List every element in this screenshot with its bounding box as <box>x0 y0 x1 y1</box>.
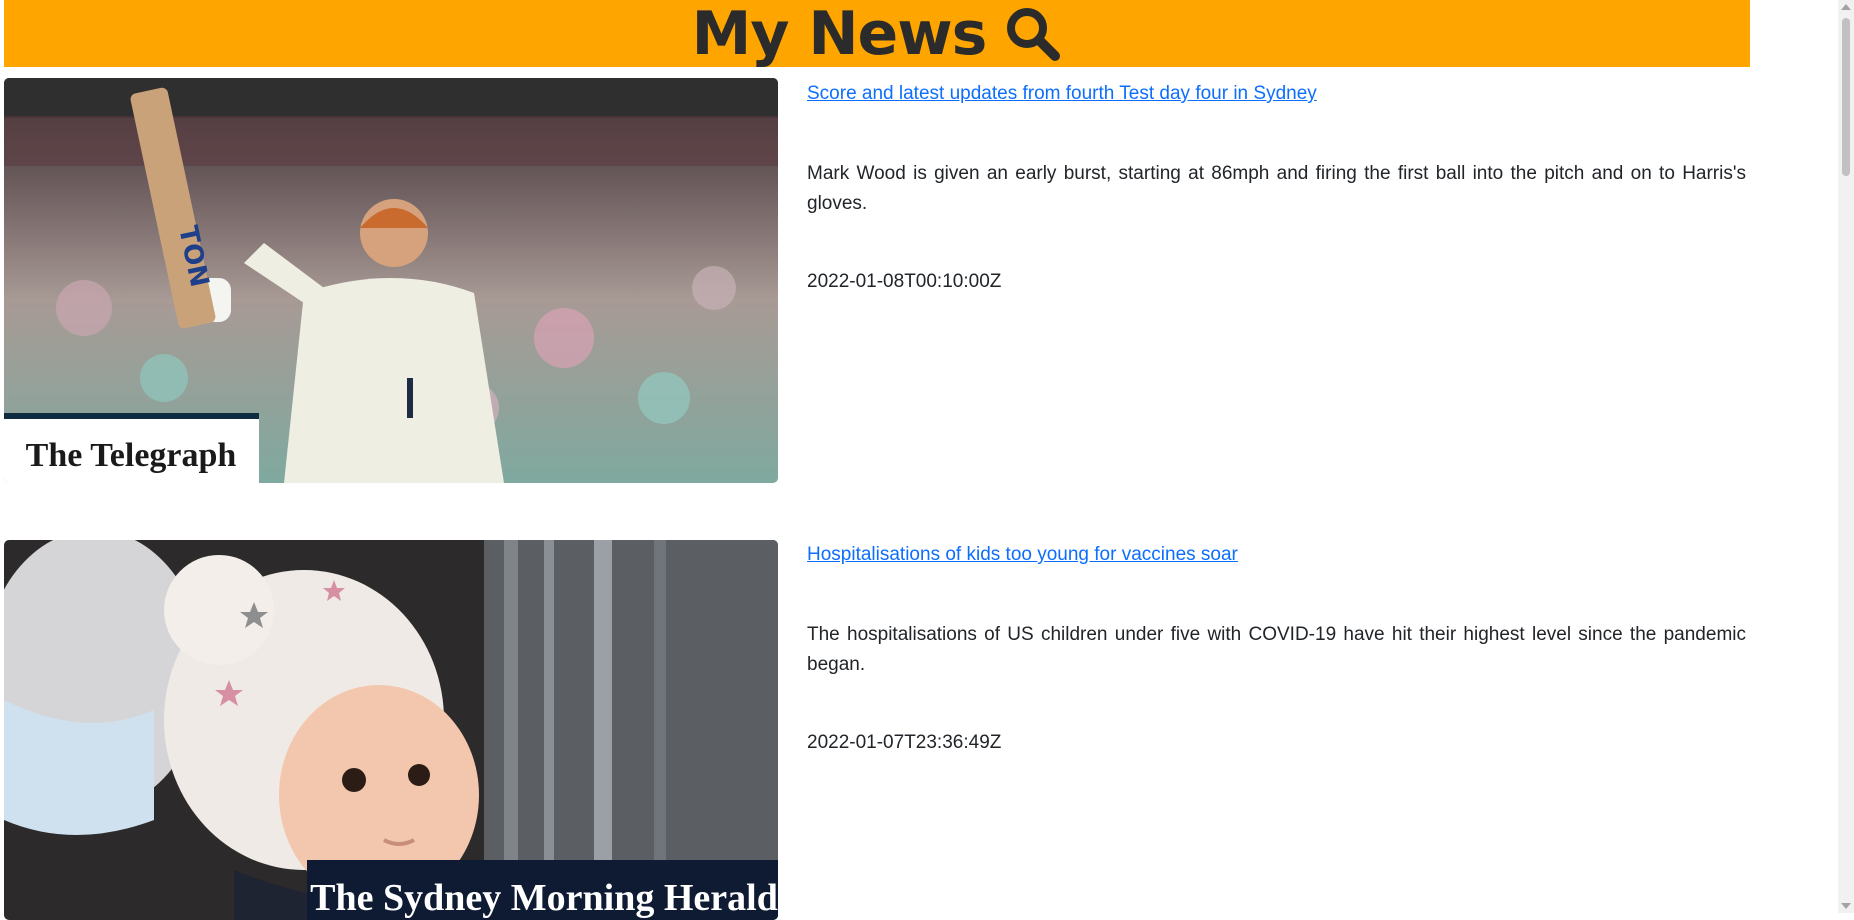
source-logo: The Telegraph <box>26 437 237 474</box>
article-headline-link[interactable]: Hospitalisations of kids too young for v… <box>807 544 1238 566</box>
vertical-scrollbar[interactable] <box>1838 0 1854 913</box>
article-summary: Mark Wood is given an early burst, start… <box>807 163 1746 214</box>
article-card: The Sydney Morning Herald Hospitalisatio… <box>4 540 1750 920</box>
page-title: My News <box>691 0 988 69</box>
article-image[interactable]: The Sydney Morning Herald <box>4 540 778 920</box>
article-image[interactable]: TON The Telegraph <box>4 78 778 483</box>
article-headline-link[interactable]: Score and latest updates from fourth Tes… <box>807 83 1317 105</box>
scrollbar-thumb[interactable] <box>1842 18 1850 176</box>
scroll-down-icon[interactable] <box>1841 903 1851 909</box>
app-header: My News <box>4 0 1750 67</box>
article-card: TON The Telegraph Score and latest updat… <box>4 78 1750 483</box>
scroll-up-icon[interactable] <box>1841 4 1851 10</box>
article-timestamp: 2022-01-07T23:36:49Z <box>807 732 1002 753</box>
article-timestamp: 2022-01-08T00:10:00Z <box>807 271 1002 292</box>
search-icon[interactable] <box>1004 5 1062 63</box>
article-summary: The hospitalisations of US children unde… <box>807 624 1746 675</box>
